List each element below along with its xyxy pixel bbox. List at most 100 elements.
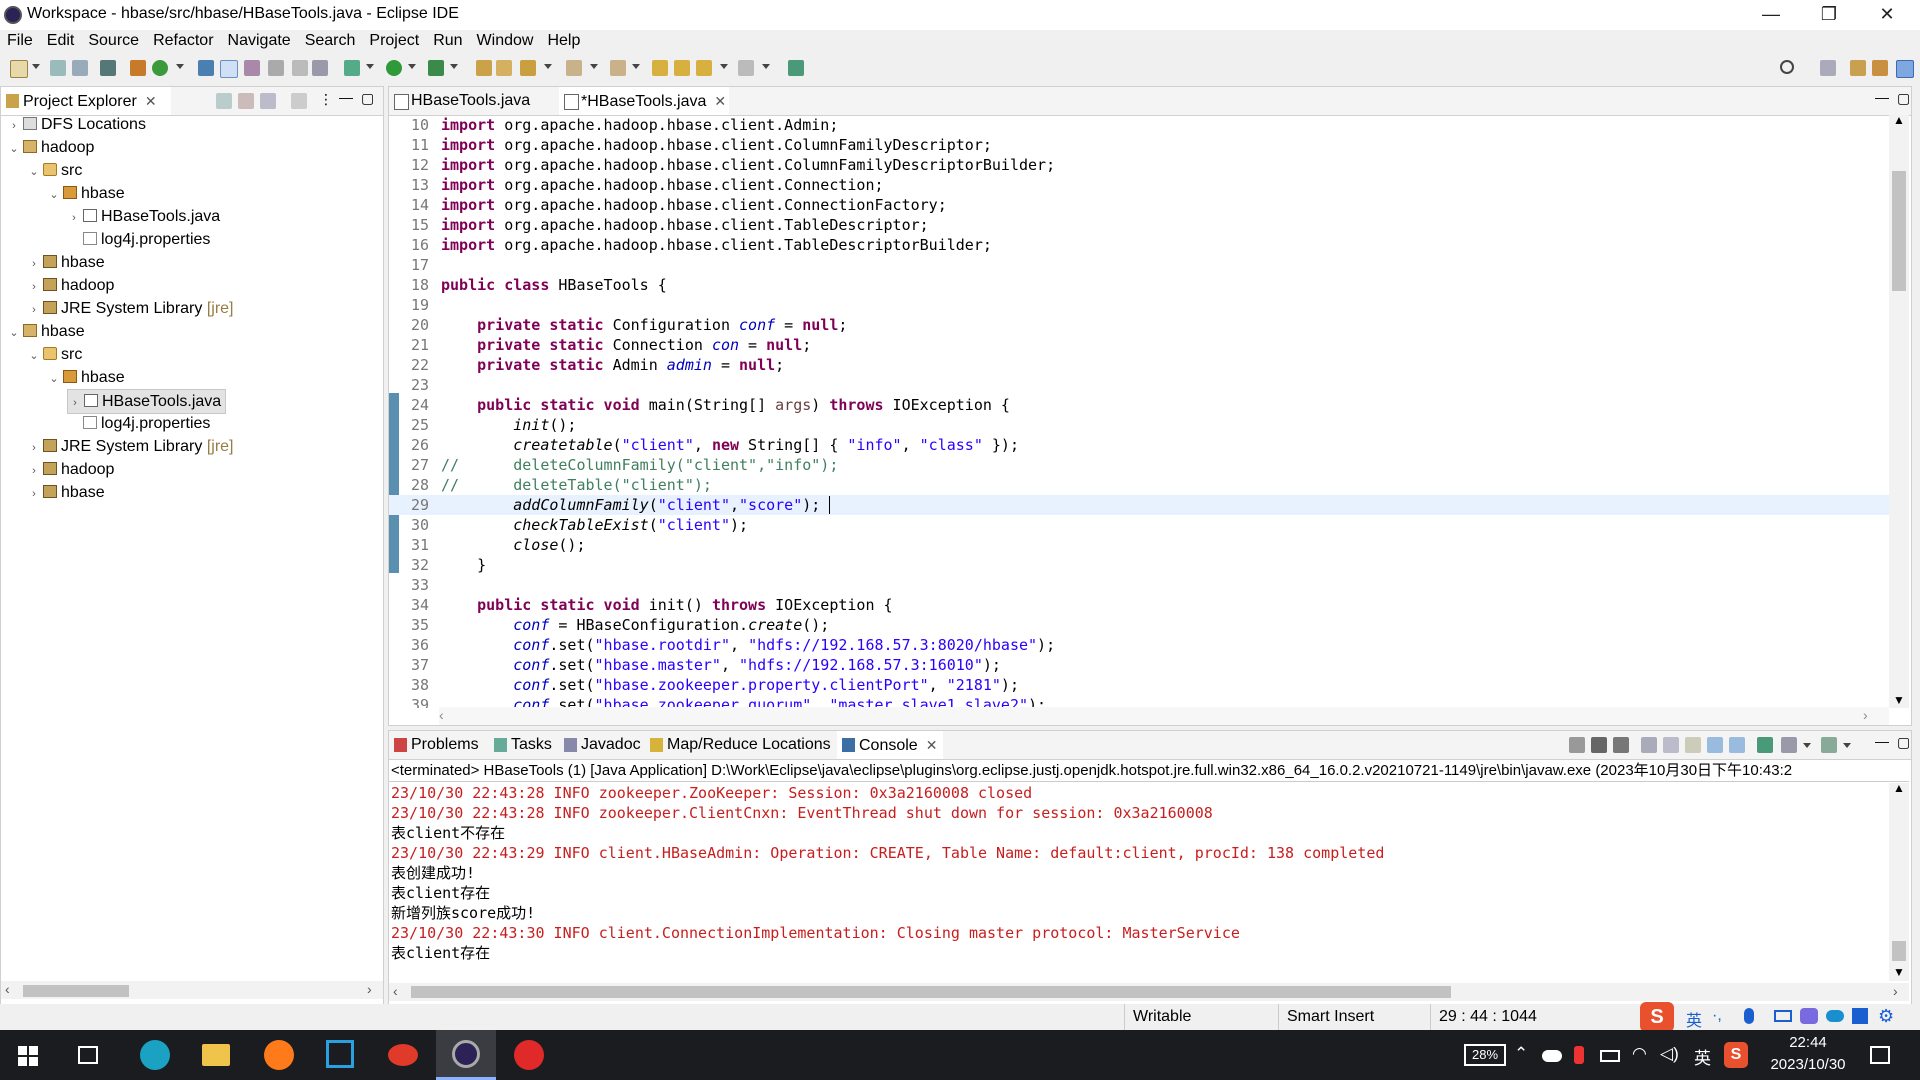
chevron-down-icon[interactable] [32,64,40,69]
collapse-all-icon[interactable] [216,93,232,109]
forward-icon[interactable] [738,60,754,76]
new-package-icon[interactable] [130,60,146,76]
run-icon[interactable] [386,60,402,76]
search-icon[interactable] [1780,60,1794,74]
toggle-mark-icon[interactable] [220,60,238,78]
maximize-button[interactable]: ❐ [1806,0,1852,30]
xshell-app[interactable] [312,1030,368,1080]
tab-console[interactable]: Console ✕ [837,731,943,759]
coverage-icon[interactable] [428,60,444,76]
task-view-icon[interactable] [78,1046,98,1064]
tree-node[interactable]: ⌄ hbase [47,366,124,391]
tree-node[interactable]: › DFS Locations [7,113,146,136]
minimize-view-icon[interactable]: — [1875,89,1889,105]
tree-arrow-icon[interactable]: ⌄ [47,368,61,391]
open-perspective-icon[interactable] [1820,60,1836,76]
new-class-icon[interactable] [152,60,168,76]
open-type-icon[interactable] [198,60,214,76]
tree-node[interactable]: › hbase [27,251,104,274]
sogou-tray-icon[interactable]: S [1724,1042,1748,1068]
ime-lang-icon[interactable]: 英 [1686,1007,1702,1031]
open-folder-icon[interactable] [476,60,492,76]
menu-refactor[interactable]: Refactor [146,30,220,50]
tab-problems[interactable]: Problems [389,731,489,759]
chevron-down-icon[interactable] [408,64,416,69]
tree-arrow-icon[interactable]: ⌄ [27,161,41,184]
minimize-view-icon[interactable]: — [339,89,353,105]
maximize-view-icon[interactable]: ▢ [1897,90,1910,107]
back-nav-icon[interactable] [696,60,712,76]
remove-all-icon[interactable] [1613,737,1629,753]
scroll-up-icon[interactable]: ▲ [1893,781,1905,795]
tab-hbasetools-java-dirty[interactable]: *HBaseTools.java ✕ [559,87,729,115]
pilcrow-icon[interactable] [312,60,328,76]
scroll-right-icon[interactable]: › [367,981,372,997]
chevron-down-icon[interactable] [1843,743,1851,748]
scroll-left-icon[interactable]: ‹ [439,707,444,723]
menu-window[interactable]: Window [470,30,541,50]
tree-arrow-icon[interactable]: › [27,460,41,483]
tree-arrow-icon[interactable]: ⌄ [27,345,41,368]
windows-start-icon[interactable] [18,1046,38,1066]
scroll-thumb[interactable] [1892,171,1906,291]
tab-project-explorer[interactable]: Project Explorer ✕ [1,87,171,115]
maximize-view-icon[interactable]: ▢ [361,90,374,107]
tab-map-reduce-locations[interactable]: Map/Reduce Locations [645,731,837,759]
save-all-icon[interactable] [72,60,88,76]
wifi-icon[interactable]: ◠ [1632,1044,1647,1064]
menu-help[interactable]: Help [540,30,587,50]
clock-time[interactable]: 22:44 [1768,1034,1848,1051]
tree-arrow-icon[interactable]: › [27,299,41,322]
taskbar-ime-icon[interactable]: 英 [1694,1044,1711,1069]
menu-search[interactable]: Search [298,30,363,50]
cloud-icon[interactable] [1826,1010,1844,1022]
tree-node[interactable]: ⌄ hbase [7,320,84,343]
debug-icon[interactable] [344,60,360,76]
tree-node[interactable]: › HBaseTools.java [67,205,220,228]
mapreduce-perspective-icon[interactable] [1896,60,1914,78]
sogou-ime-icon[interactable]: S [1640,1002,1674,1032]
explorer-app[interactable] [188,1030,244,1080]
chevron-down-icon[interactable] [450,64,458,69]
scroll-thumb[interactable] [23,985,129,997]
scroll-down-icon[interactable]: ▼ [1893,965,1905,979]
clear-console-icon[interactable] [1641,737,1657,753]
netease-music-app[interactable] [500,1030,556,1080]
terminate-icon[interactable] [1569,737,1585,753]
open-task-icon[interactable] [496,60,512,76]
pin-editor-icon[interactable] [788,60,804,76]
scroll-right-icon[interactable]: › [1863,707,1868,723]
tree-node[interactable]: ⌄ src [27,159,82,182]
maximize-view-icon[interactable]: ▢ [1897,734,1910,751]
keyboard-icon[interactable] [1774,1010,1792,1022]
prev-annotation-icon[interactable] [610,60,626,76]
open-console-icon[interactable] [1821,737,1837,753]
tab-hbasetools-java[interactable]: HBaseTools.java [389,87,559,115]
menu-project[interactable]: Project [362,30,426,50]
tree-arrow-icon[interactable]: › [67,207,81,230]
microphone-icon[interactable] [1744,1008,1754,1024]
chevron-down-icon[interactable] [720,64,728,69]
next-annotation-icon[interactable] [566,60,582,76]
tree-arrow-icon[interactable]: › [27,276,41,299]
skin-icon[interactable] [1800,1008,1818,1024]
chevron-down-icon[interactable] [762,64,770,69]
tree-node[interactable]: ⌄ hbase [47,182,124,205]
tree-node[interactable]: › hbase [27,481,104,504]
power-icon[interactable] [1600,1050,1620,1062]
show-stderr-icon[interactable] [1729,737,1745,753]
menu-file[interactable]: File [0,30,40,50]
focus-icon[interactable] [291,93,307,109]
block-selection-icon[interactable] [268,60,284,76]
close-icon[interactable]: ✕ [145,93,157,109]
java-perspective-icon[interactable] [1872,60,1888,76]
tree-arrow-icon[interactable]: › [7,115,21,138]
word-wrap-icon[interactable] [1685,737,1701,753]
chevron-down-icon[interactable] [1803,743,1811,748]
battery-indicator[interactable]: 28% [1464,1044,1506,1066]
scroll-right-icon[interactable]: › [1893,983,1898,999]
editor-vscrollbar[interactable]: ▲ ▼ [1889,113,1909,708]
notification-icon[interactable] [1870,1046,1890,1064]
word-wrap-icon[interactable] [292,60,308,76]
scroll-thumb[interactable] [411,986,1451,998]
